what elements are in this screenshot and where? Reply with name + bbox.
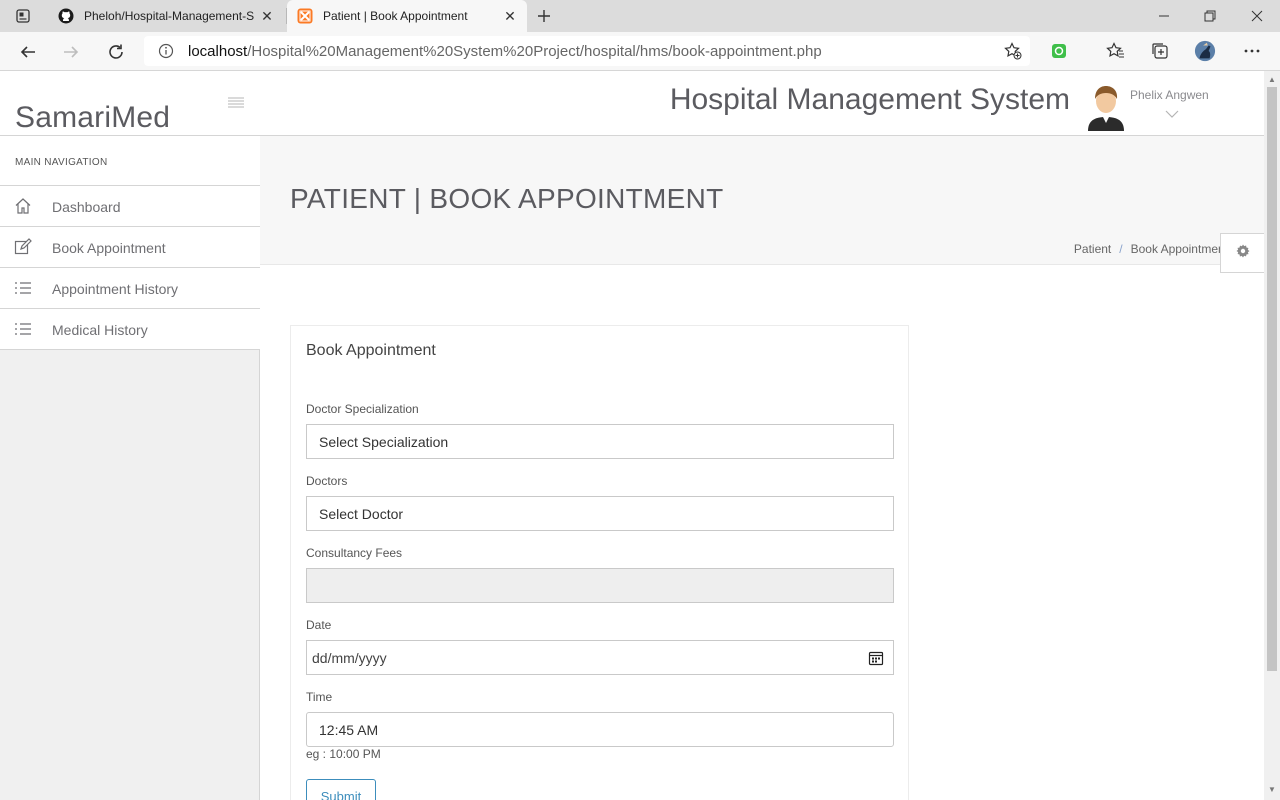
back-icon[interactable]	[12, 36, 44, 68]
home-icon	[14, 197, 32, 215]
doctor-select[interactable]: Select Doctor	[306, 496, 894, 531]
page-title-band: PATIENT | BOOK APPOINTMENT Patient / Book …	[260, 136, 1264, 265]
time-input[interactable]: 12:45 AM	[306, 712, 894, 747]
nav-list: Dashboard Book Appointment Appointment H…	[0, 186, 260, 350]
close-window-icon[interactable]	[1234, 0, 1280, 32]
browser-tab-active[interactable]: Patient | Book Appointment ✕	[287, 0, 527, 32]
breadcrumb-item-current: Book Appointment	[1130, 242, 1228, 256]
xampp-icon	[297, 8, 313, 24]
chevron-down-icon[interactable]	[1165, 106, 1179, 118]
settings-panel-toggle[interactable]	[1220, 233, 1264, 273]
extension-icon[interactable]	[1048, 40, 1070, 62]
nav-heading: MAIN NAVIGATION	[0, 136, 260, 186]
address-bar-row: localhost/Hospital%20Management%20System…	[0, 32, 1280, 71]
list-icon	[14, 320, 32, 338]
nav-heading-label: MAIN NAVIGATION	[15, 157, 108, 168]
browser-tab-github[interactable]: Pheloh/Hospital-Management-S ✕	[48, 0, 284, 32]
app-title: Hospital Management System	[669, 83, 1070, 116]
scroll-down-icon[interactable]: ▼	[1268, 785, 1276, 794]
favorites-icon[interactable]	[1104, 40, 1126, 62]
scrollbar-thumb[interactable]	[1267, 87, 1277, 671]
brand-logo[interactable]: SamariMed	[15, 101, 170, 135]
date-placeholder: dd/mm/yyyy	[312, 649, 387, 666]
specialization-value: Select Specialization	[319, 433, 449, 450]
calendar-icon[interactable]	[868, 650, 884, 666]
book-appointment-panel: Book Appointment Doctor Specialization S…	[290, 325, 909, 800]
user-avatar[interactable]	[1086, 81, 1126, 131]
url-bar[interactable]: localhost/Hospital%20Management%20System…	[144, 36, 1030, 66]
web-page: SamariMed MAIN NAVIGATION Dashboard Book…	[0, 71, 1280, 800]
browser-tab-bar: Pheloh/Hospital-Management-S ✕ Patient |…	[0, 0, 1280, 32]
edit-icon	[14, 238, 32, 256]
list-icon	[14, 279, 32, 297]
page-scrollbar[interactable]: ▲ ▼	[1264, 71, 1280, 800]
date-label: Date	[306, 618, 332, 632]
more-options-icon[interactable]	[1241, 40, 1263, 62]
time-value: 12:45 AM	[319, 721, 379, 738]
sidebar-item-label: Book Appointment	[52, 240, 166, 256]
panel-title: Book Appointment	[306, 342, 436, 359]
restore-icon[interactable]	[1187, 0, 1233, 32]
minimize-icon[interactable]	[1141, 0, 1187, 32]
specialization-label: Doctor Specialization	[306, 402, 419, 416]
submit-button[interactable]: Submit	[306, 779, 376, 800]
scroll-up-icon[interactable]: ▲	[1268, 75, 1276, 84]
breadcrumb-separator: /	[1119, 242, 1123, 256]
menu-toggle-icon[interactable]	[228, 96, 244, 108]
info-icon[interactable]	[158, 43, 174, 59]
date-input[interactable]: dd/mm/yyyy	[306, 640, 894, 675]
close-tab-icon[interactable]: ✕	[256, 5, 278, 27]
time-hint: eg : 10:00 PM	[306, 747, 381, 761]
new-tab-icon[interactable]	[532, 5, 556, 27]
top-header: Hospital Management System Phelix Angwen	[260, 71, 1264, 136]
breadcrumb-item[interactable]: Patient	[1074, 242, 1111, 256]
sidebar-item-dashboard[interactable]: Dashboard	[0, 186, 260, 227]
tab-title: Patient | Book Appointment	[323, 9, 468, 23]
tab-title: Pheloh/Hospital-Management-S	[84, 9, 255, 23]
profile-avatar[interactable]	[1194, 40, 1216, 62]
tab-actions-icon[interactable]	[8, 6, 38, 26]
doctor-label: Doctors	[306, 474, 348, 488]
github-icon	[58, 8, 74, 24]
sidebar-item-medical-history[interactable]: Medical History	[0, 309, 260, 350]
close-tab-icon[interactable]: ✕	[499, 5, 521, 27]
user-name[interactable]: Phelix Angwen	[1130, 88, 1209, 102]
sidebar-item-book-appointment[interactable]: Book Appointment	[0, 227, 260, 268]
brand-area: SamariMed	[0, 71, 260, 136]
sidebar-item-label: Medical History	[52, 322, 148, 338]
refresh-icon[interactable]	[100, 36, 132, 68]
url-host: localhost	[188, 42, 248, 60]
url-path: /Hospital%20Management%20System%20Projec…	[247, 42, 822, 60]
sidebar-item-label: Dashboard	[52, 199, 121, 215]
sidebar-item-appointment-history[interactable]: Appointment History	[0, 268, 260, 309]
url-text: localhost/Hospital%20Management%20System…	[188, 43, 822, 60]
forward-icon[interactable]	[55, 36, 87, 68]
specialization-select[interactable]: Select Specialization	[306, 424, 894, 459]
sidebar-item-label: Appointment History	[52, 281, 179, 297]
fees-field	[306, 568, 894, 603]
add-favorite-icon[interactable]	[1004, 42, 1022, 60]
sidebar: SamariMed MAIN NAVIGATION Dashboard Book…	[0, 71, 260, 800]
doctor-value: Select Doctor	[319, 505, 404, 522]
collections-icon[interactable]	[1149, 40, 1171, 62]
time-label: Time	[306, 690, 333, 704]
page-title: PATIENT | BOOK APPOINTMENT	[290, 183, 724, 214]
breadcrumb: Patient / Book Appointment	[1074, 242, 1228, 256]
gear-icon	[1236, 244, 1250, 263]
fees-label: Consultancy Fees	[306, 546, 403, 560]
